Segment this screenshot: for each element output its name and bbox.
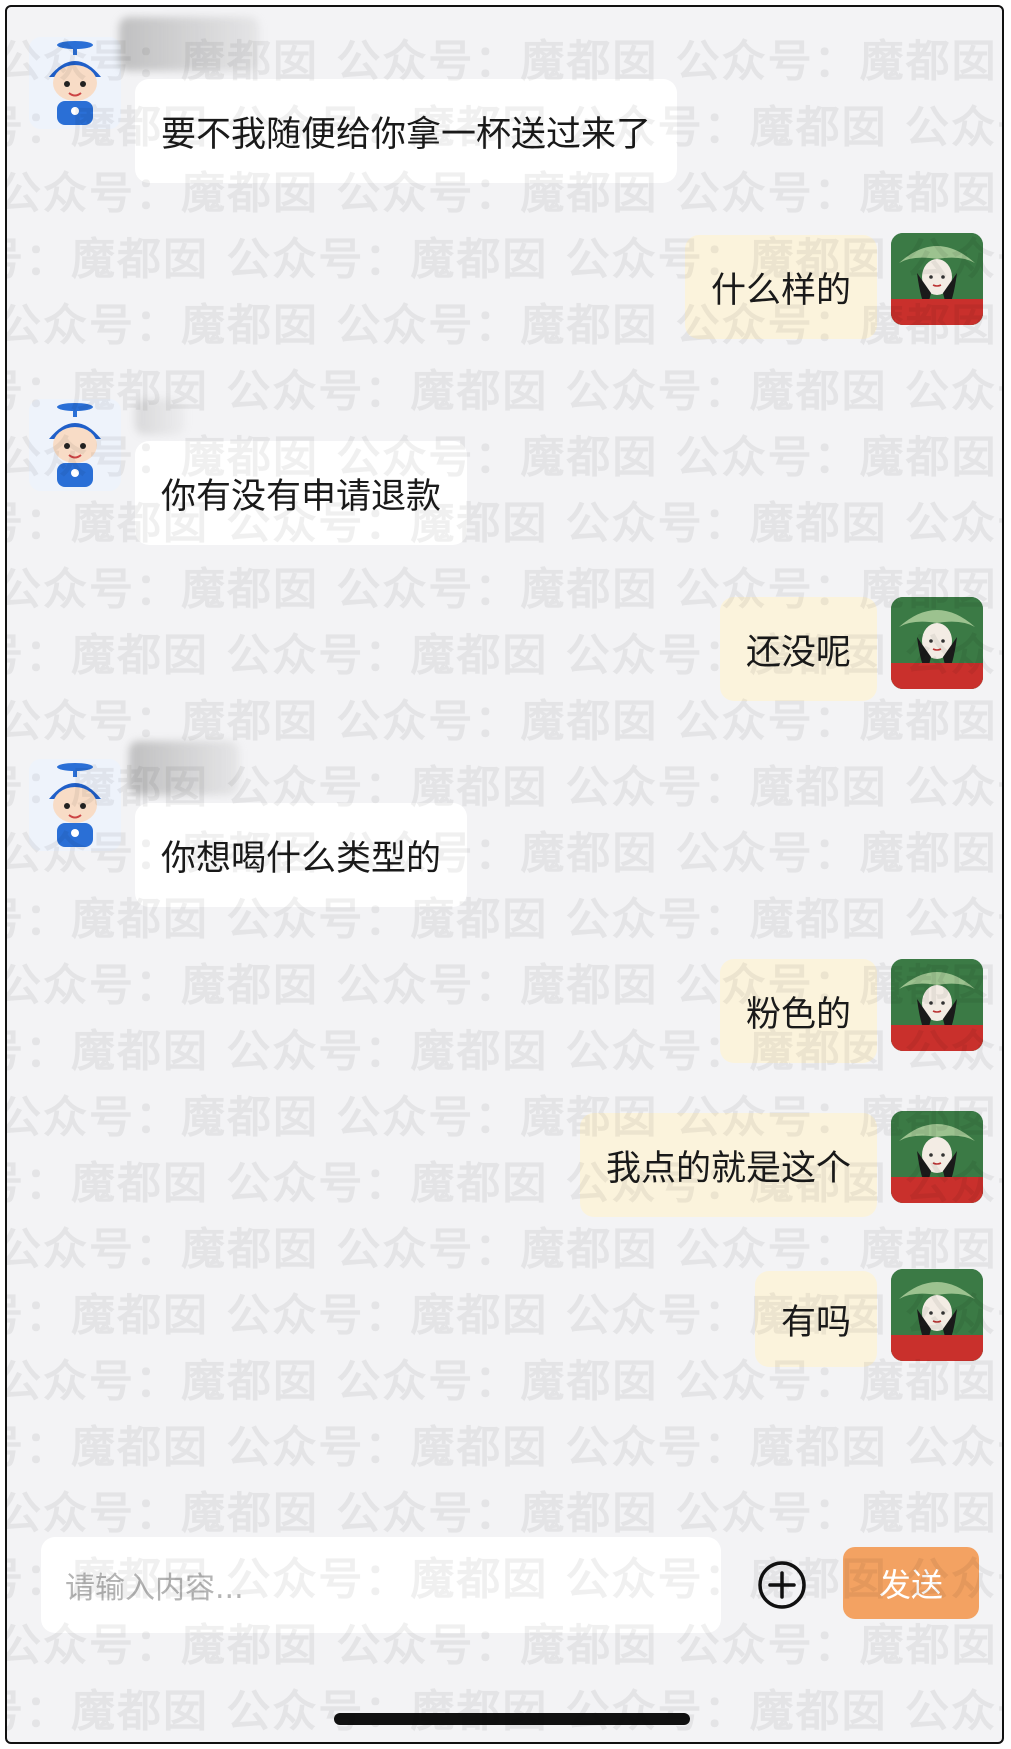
add-attachment-button[interactable] — [756, 1559, 808, 1611]
robot-avatar-icon — [29, 37, 121, 129]
message-bubble-outgoing[interactable]: 有吗 — [754, 1271, 877, 1367]
robot-avatar-icon — [29, 399, 121, 491]
message-input[interactable]: 请输入内容... — [41, 1537, 721, 1633]
message-bubble-outgoing[interactable]: 还没呢 — [719, 597, 877, 701]
user-avatar[interactable] — [891, 597, 983, 689]
robot-avatar[interactable] — [29, 37, 121, 129]
plus-circle-icon — [758, 1561, 806, 1609]
home-indicator[interactable] — [334, 1713, 690, 1725]
user-avatar-icon — [891, 233, 983, 325]
user-avatar[interactable] — [891, 1269, 983, 1361]
robot-avatar-icon — [29, 759, 121, 851]
message-bubble-outgoing[interactable]: 粉色的 — [719, 959, 877, 1063]
watermark-text: 公众号：魔都囡 公众号：魔都囡 公众号：魔都囡 公众号：魔都囡 公众号：魔都囡 … — [7, 1488, 1002, 1539]
robot-avatar[interactable] — [29, 759, 121, 851]
watermark-text: 公众号：魔都囡 公众号：魔都囡 公众号：魔都囡 公众号：魔都囡 公众号：魔都囡 … — [7, 1422, 1002, 1473]
user-avatar[interactable] — [891, 233, 983, 325]
user-avatar[interactable] — [891, 1111, 983, 1203]
user-avatar-icon — [891, 1111, 983, 1203]
user-avatar-icon — [891, 959, 983, 1051]
robot-avatar[interactable] — [29, 399, 121, 491]
sender-name-redacted — [135, 399, 185, 435]
message-bubble-outgoing[interactable]: 什么样的 — [684, 235, 877, 339]
user-avatar-icon — [891, 1269, 983, 1361]
user-avatar-icon — [891, 597, 983, 689]
sender-name-redacted — [129, 741, 239, 795]
send-button[interactable]: 发送 — [843, 1547, 979, 1619]
sender-name-redacted — [119, 17, 259, 71]
message-bubble-incoming[interactable]: 你想喝什么类型的 — [135, 803, 468, 907]
message-bubble-incoming[interactable]: 你有没有申请退款 — [135, 441, 468, 545]
user-avatar[interactable] — [891, 959, 983, 1051]
message-bubble-outgoing[interactable]: 我点的就是这个 — [579, 1113, 877, 1217]
chat-screen: 要不我随便给你拿一杯送过来了 什么样的 你有没有申请退款 还没呢 你想喝什么类型… — [5, 5, 1004, 1744]
watermark-text: 公众号：魔都囡 公众号：魔都囡 公众号：魔都囡 公众号：魔都囡 公众号：魔都囡 … — [7, 1686, 1002, 1737]
message-input-placeholder: 请输入内容... — [65, 1571, 244, 1606]
message-bubble-incoming[interactable]: 要不我随便给你拿一杯送过来了 — [135, 79, 678, 183]
watermark-text: 公众号：魔都囡 公众号：魔都囡 公众号：魔都囡 公众号：魔都囡 公众号：魔都囡 … — [7, 1224, 1002, 1275]
